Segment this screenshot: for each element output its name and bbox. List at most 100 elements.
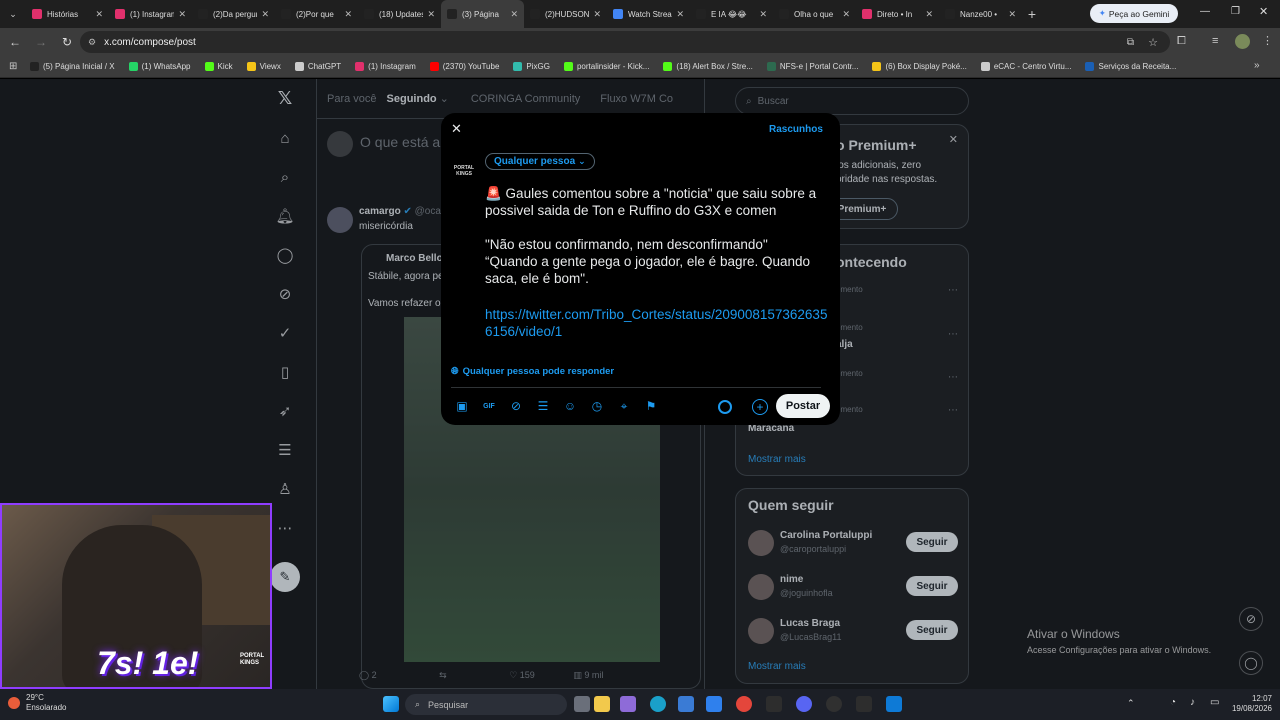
bookmark-star-icon[interactable]: ☆ bbox=[1148, 36, 1158, 49]
emoji-icon[interactable]: ☺ bbox=[561, 397, 579, 415]
bookmark-item[interactable]: Viewx bbox=[246, 62, 281, 71]
restore-button[interactable]: ❐ bbox=[1231, 6, 1240, 17]
bookmark-item[interactable]: (1) Instagram bbox=[355, 62, 416, 71]
close-tab-icon[interactable]: ✕ bbox=[925, 9, 933, 20]
reply-setting[interactable]: 🌐︎ Qualquer pessoa pode responder bbox=[451, 366, 614, 377]
tab-favicon-icon bbox=[198, 9, 208, 19]
browser-tab[interactable]: Histórias ✕ bbox=[26, 0, 109, 28]
browser-tab[interactable]: (2)Da pergunta✕ bbox=[192, 0, 275, 28]
taskbar-app-explorer[interactable] bbox=[594, 696, 610, 712]
minimize-button[interactable]: — bbox=[1200, 6, 1210, 17]
profile-avatar[interactable] bbox=[1235, 34, 1250, 49]
close-window-button[interactable]: ✕ bbox=[1259, 5, 1268, 18]
post-textarea[interactable]: 🚨 Gaules comentou sobre a "noticia" que … bbox=[485, 185, 830, 340]
tab-search-chevron-icon[interactable]: ⌄ bbox=[0, 9, 26, 20]
bookmark-item[interactable]: (5) Página Inicial / X bbox=[30, 62, 115, 71]
bookmark-item[interactable]: (2370) YouTube bbox=[429, 62, 499, 71]
close-tab-icon[interactable]: ✕ bbox=[759, 9, 767, 20]
close-tab-icon[interactable]: ✕ bbox=[344, 9, 352, 20]
new-tab-button[interactable]: + bbox=[1022, 6, 1042, 22]
gif-icon[interactable]: GIF bbox=[480, 397, 498, 415]
close-tab-icon[interactable]: ✕ bbox=[427, 9, 435, 20]
webcam-overlay: 7s! 1e! PORTAL KINGS bbox=[0, 503, 272, 689]
apps-grid-icon[interactable]: ⊞ bbox=[9, 61, 17, 72]
bookmark-item[interactable]: NFS-e | Portal Contr... bbox=[766, 62, 858, 71]
taskbar-app-capcut[interactable] bbox=[766, 696, 782, 712]
site-info-icon[interactable]: ⚙ bbox=[88, 37, 96, 48]
taskbar-search[interactable]: ⌕ Pesquisar bbox=[405, 694, 567, 715]
taskbar-app-obs[interactable] bbox=[826, 696, 842, 712]
bookmark-item[interactable]: Kick bbox=[204, 62, 233, 71]
media-icon[interactable]: ▣ bbox=[453, 397, 471, 415]
browser-tab[interactable]: (18) Updates ✕ bbox=[358, 0, 441, 28]
browser-menu-icon[interactable]: ⋮ bbox=[1262, 34, 1273, 47]
install-app-icon[interactable]: ⧉ bbox=[1127, 37, 1134, 48]
close-tab-icon[interactable]: ✕ bbox=[178, 9, 186, 20]
flag-icon[interactable]: ⚑ bbox=[642, 397, 660, 415]
bookmark-item[interactable]: (6) Box Display Poké... bbox=[872, 62, 967, 71]
start-button[interactable] bbox=[383, 696, 399, 712]
reload-icon[interactable]: ↻ bbox=[56, 35, 78, 49]
taskbar-app-edge[interactable] bbox=[650, 696, 666, 712]
browser-tab[interactable]: Watch Stream✕ bbox=[607, 0, 690, 28]
close-tab-icon[interactable]: ✕ bbox=[1008, 9, 1016, 20]
gemini-button[interactable]: ✦ Peça ao Gemini bbox=[1090, 4, 1178, 23]
forward-arrow-icon[interactable]: → bbox=[30, 35, 52, 49]
close-icon[interactable]: ✕ bbox=[451, 121, 462, 137]
bookmark-item[interactable]: eCAC - Centro Virtu... bbox=[980, 62, 1071, 71]
tray-battery-icon[interactable]: ▭ bbox=[1210, 697, 1219, 708]
taskbar-app-store[interactable] bbox=[678, 696, 694, 712]
close-tab-icon[interactable]: ✕ bbox=[676, 9, 684, 20]
close-tab-icon[interactable]: ✕ bbox=[593, 9, 601, 20]
bookmark-item[interactable]: portalinsider - Kick... bbox=[563, 62, 649, 71]
url-field[interactable]: ⚙ x.com/compose/post ⧉ ☆ bbox=[80, 31, 1170, 53]
taskbar-app-widgets[interactable] bbox=[574, 696, 590, 712]
browser-tab[interactable]: (1) Instagram ✕ bbox=[109, 0, 192, 28]
bookmark-favicon-icon bbox=[30, 62, 39, 71]
bookmark-item[interactable]: Serviços da Receita... bbox=[1085, 62, 1176, 71]
taskbar-app-chrome[interactable] bbox=[736, 696, 752, 712]
windows-activation-subtitle: Acesse Configurações para ativar o Windo… bbox=[1027, 645, 1212, 655]
bookmark-item[interactable]: (18) Alert Box / Stre... bbox=[663, 62, 753, 71]
extensions-icon[interactable]: ⧠ bbox=[1177, 35, 1186, 48]
schedule-icon[interactable]: ◷ bbox=[588, 397, 606, 415]
post-button[interactable]: Postar bbox=[776, 394, 830, 418]
close-tab-icon[interactable]: ✕ bbox=[510, 9, 518, 20]
bookmarks-overflow-icon[interactable]: » bbox=[1254, 60, 1260, 71]
close-tab-icon[interactable]: ✕ bbox=[842, 9, 850, 20]
browser-tab[interactable]: (3) Página ✕ bbox=[441, 0, 524, 28]
taskbar-app-mail[interactable] bbox=[706, 696, 722, 712]
reading-list-icon[interactable]: ≡ bbox=[1212, 35, 1218, 47]
tab-favicon-icon bbox=[447, 9, 457, 19]
poll-icon[interactable]: ☰ bbox=[534, 397, 552, 415]
taskbar-app-calendar[interactable] bbox=[886, 696, 902, 712]
audience-selector[interactable]: Qualquer pessoa ⌄ bbox=[485, 153, 595, 170]
bookmark-item[interactable]: (1) WhatsApp bbox=[128, 62, 191, 71]
bookmark-item[interactable]: ChatGPT bbox=[294, 62, 341, 71]
tray-volume-icon[interactable]: ♪ bbox=[1190, 697, 1195, 708]
weather-widget[interactable]: 29°C Ensolarado bbox=[8, 693, 66, 713]
location-icon[interactable]: ⌖ bbox=[615, 397, 633, 415]
back-arrow-icon[interactable]: ← bbox=[4, 35, 26, 49]
clock[interactable]: 12:07 19/08/2026 bbox=[1228, 694, 1272, 714]
browser-tab[interactable]: Nanze00 • ✕ bbox=[939, 0, 1022, 28]
taskbar-app-discord[interactable] bbox=[796, 696, 812, 712]
video-link[interactable]: https://twitter.com/Tribo_Cortes/status/… bbox=[485, 306, 830, 340]
browser-tab[interactable]: Direto • In ✕ bbox=[856, 0, 939, 28]
taskbar-app-copilot[interactable] bbox=[620, 696, 636, 712]
browser-tab[interactable]: (2)Por que ✕ bbox=[275, 0, 358, 28]
grok-icon[interactable]: ⊘ bbox=[507, 397, 525, 415]
taskbar-app-capcut-2[interactable] bbox=[856, 696, 872, 712]
browser-tab[interactable]: (2)HUDSON ✕ bbox=[524, 0, 607, 28]
browser-tab[interactable]: Olha o que ✕ bbox=[773, 0, 856, 28]
bookmark-item[interactable]: PixGG bbox=[513, 62, 550, 71]
search-icon: ⌕ bbox=[415, 699, 421, 709]
drafts-link[interactable]: Rascunhos bbox=[769, 124, 823, 135]
tray-network-icon[interactable]: ◔ bbox=[1170, 697, 1176, 708]
tray-overflow-icon[interactable]: ⌃ bbox=[1127, 698, 1135, 709]
close-tab-icon[interactable]: ✕ bbox=[95, 9, 103, 20]
add-post-icon[interactable]: + bbox=[752, 399, 768, 415]
browser-tab[interactable]: E IA 😂😂 ✕ bbox=[690, 0, 773, 28]
gemini-star-icon: ✦ bbox=[1098, 8, 1106, 18]
close-tab-icon[interactable]: ✕ bbox=[261, 9, 269, 20]
